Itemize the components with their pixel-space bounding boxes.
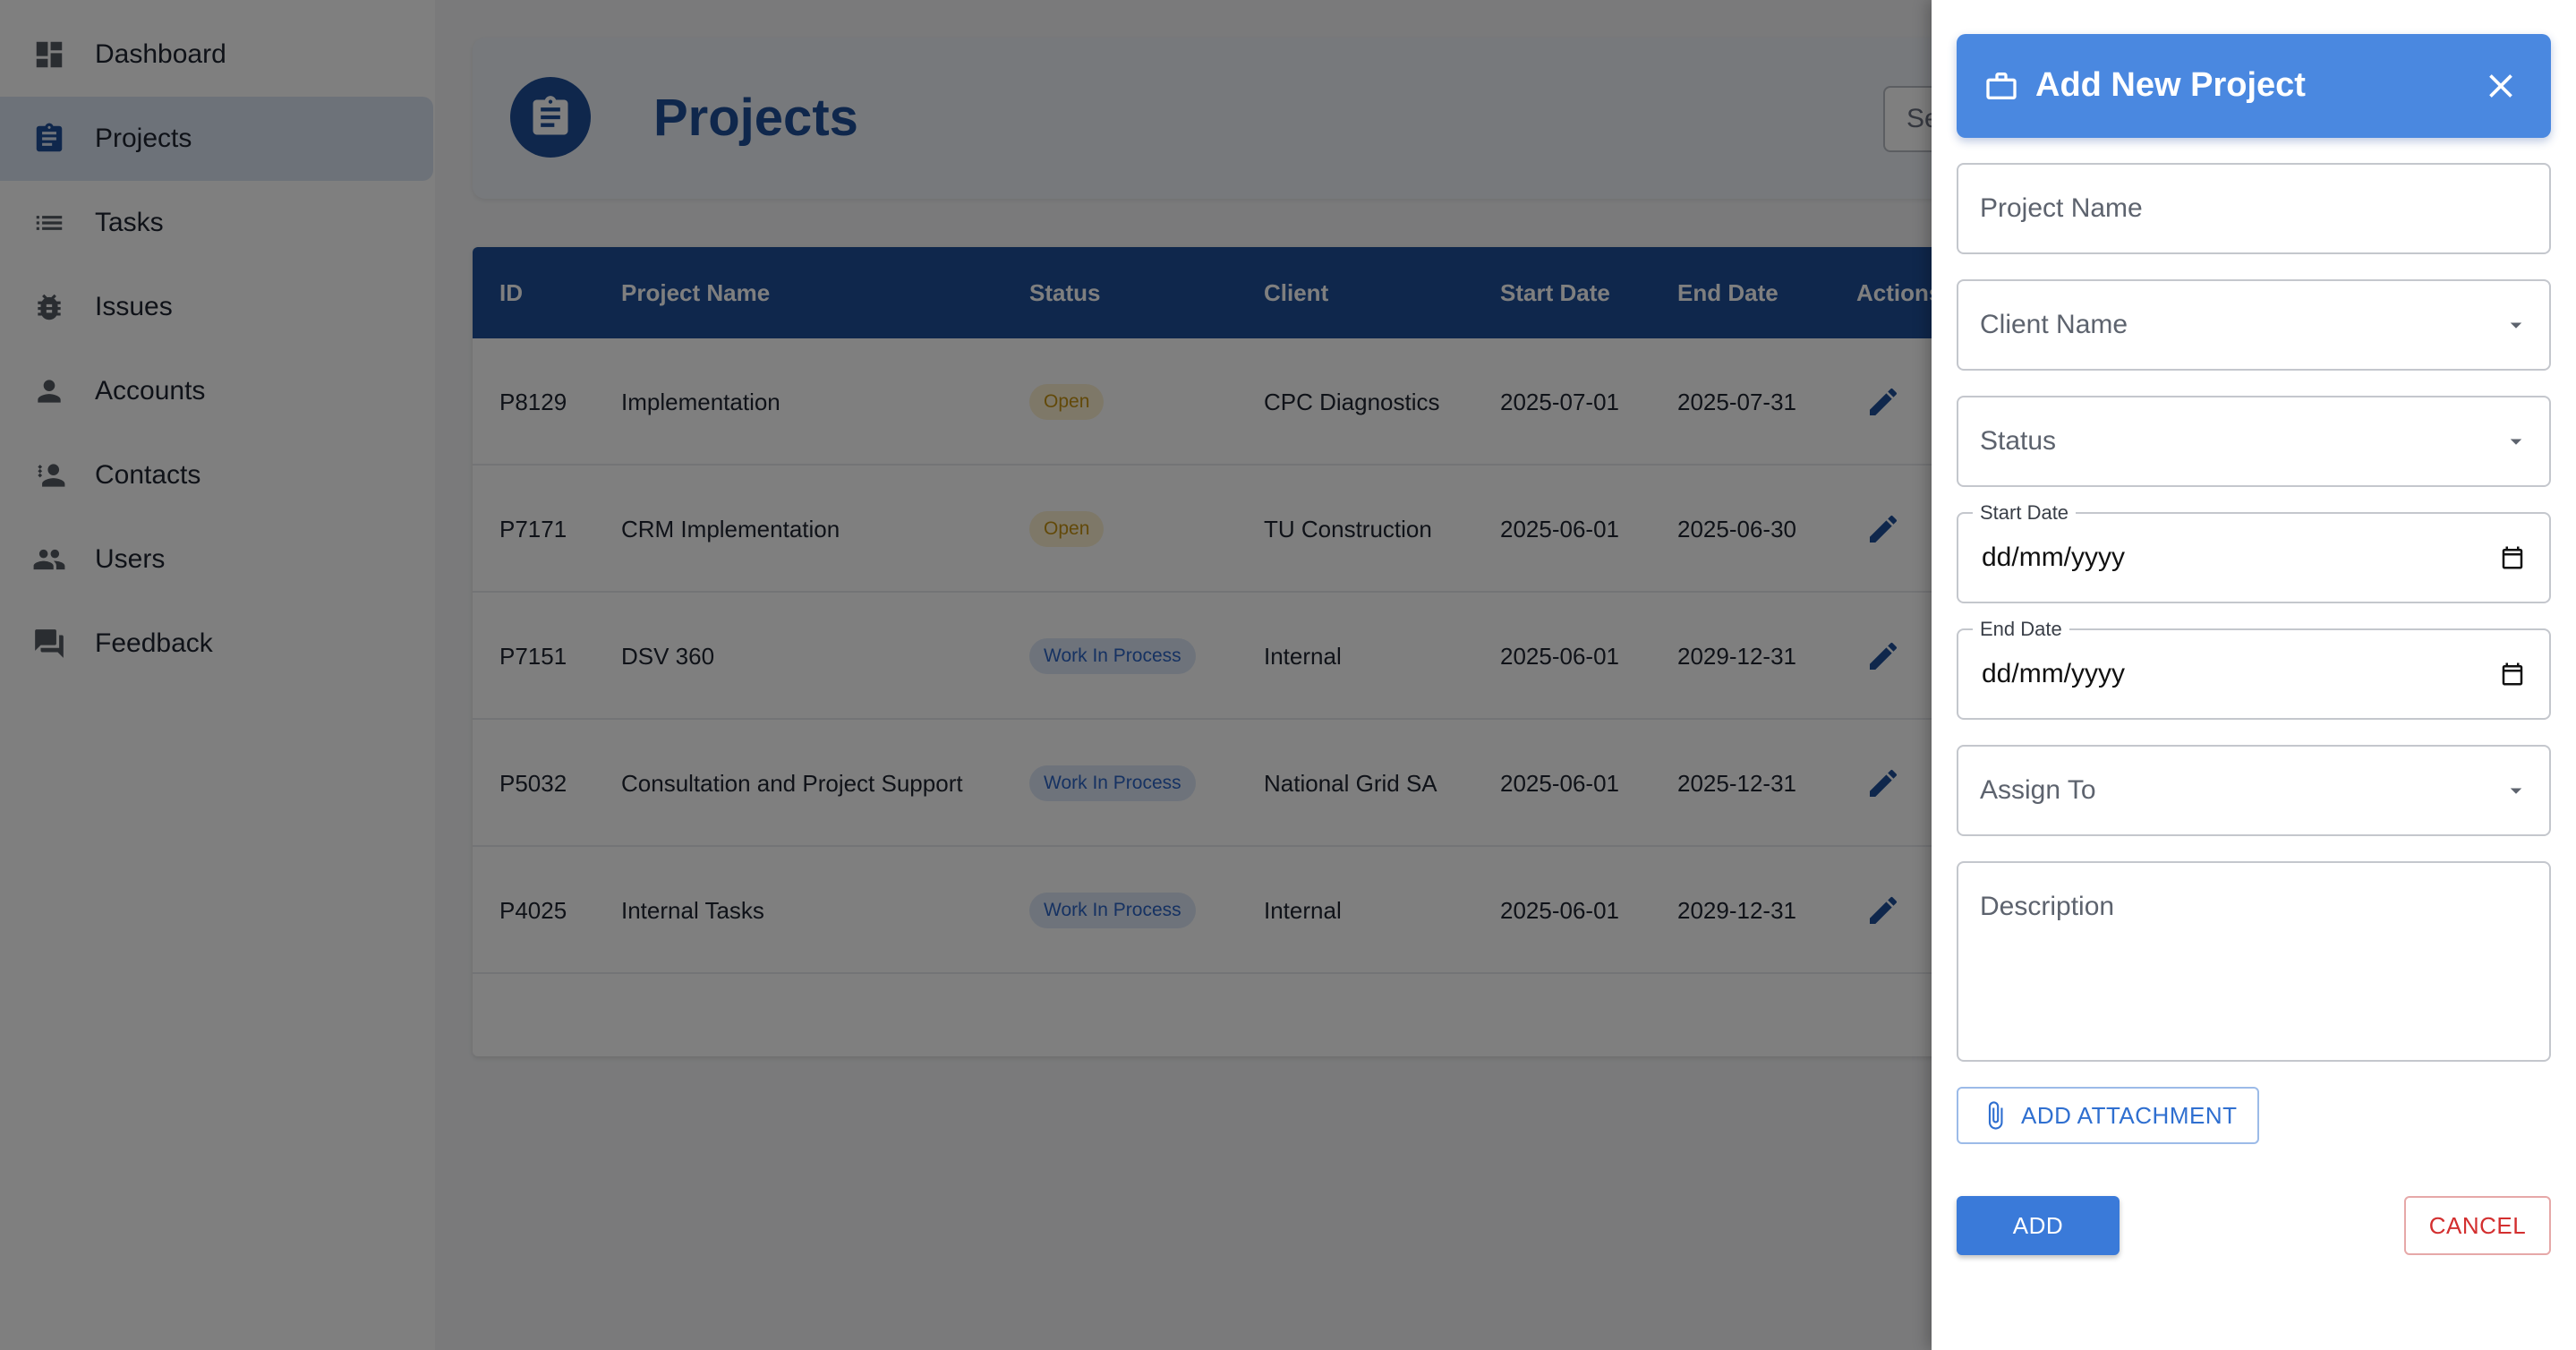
project-name-field[interactable]: Project Name [1957,163,2551,254]
description-textarea[interactable]: Description [1957,861,2551,1062]
add-attachment-label: ADD ATTACHMENT [2021,1101,2238,1129]
project-name-placeholder: Project Name [1980,193,2143,223]
client-name-placeholder: Client Name [1980,310,2128,339]
chevron-down-icon [2503,428,2529,455]
status-placeholder: Status [1980,426,2057,456]
start-date-field[interactable]: Start Date dd/mm/yyyy [1957,501,2551,603]
status-select[interactable]: Status [1957,396,2551,487]
start-date-label: Start Date [1973,501,2077,525]
calendar-icon[interactable] [2499,544,2526,571]
add-attachment-button[interactable]: ADD ATTACHMENT [1957,1087,2259,1144]
assign-to-placeholder: Assign To [1980,775,2096,805]
description-placeholder: Description [1980,892,2115,921]
drawer-title: Add New Project [2035,66,2306,104]
cancel-button[interactable]: CANCEL [2404,1196,2551,1255]
client-name-select[interactable]: Client Name [1957,279,2551,371]
briefcase-icon [1983,68,2019,104]
end-date-label: End Date [1973,618,2069,641]
add-project-drawer: Add New Project Project Name Client Name… [1932,0,2576,1350]
end-date-field[interactable]: End Date dd/mm/yyyy [1957,618,2551,720]
paperclip-icon [1980,1100,2010,1131]
add-button[interactable]: ADD [1957,1196,2120,1255]
close-icon[interactable] [2481,66,2521,106]
assign-to-select[interactable]: Assign To [1957,745,2551,836]
calendar-icon[interactable] [2499,661,2526,688]
drawer-header: Add New Project [1957,34,2551,138]
chevron-down-icon [2503,777,2529,804]
start-date-value: dd/mm/yyyy [1982,543,2126,572]
end-date-value: dd/mm/yyyy [1982,659,2126,688]
chevron-down-icon [2503,312,2529,338]
